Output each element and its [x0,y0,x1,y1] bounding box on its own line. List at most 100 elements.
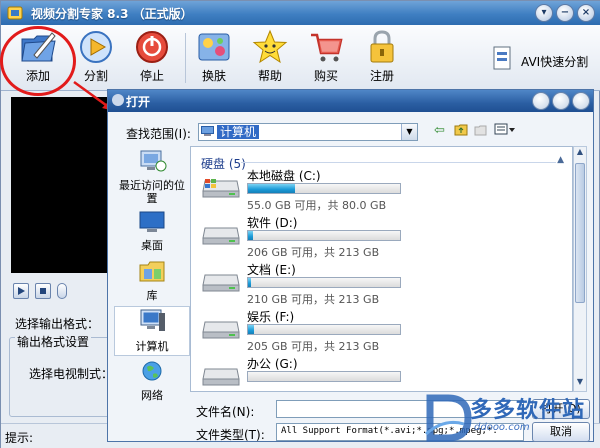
hard-drive-icon [202,227,240,245]
view-menu-icon[interactable] [494,123,516,140]
minimize-button[interactable]: − [556,4,574,22]
desktop-icon [139,211,165,232]
app-title: 视频分割专家 8.3 （正式版） [31,7,193,21]
computer-small-icon [201,126,214,136]
play-split-icon [80,31,112,63]
drive-usage-bar [247,277,401,288]
avi-quick-split-label: AVI快速分割 [521,55,589,69]
site-watermark: 多多软件站 ddooo.com [424,388,600,448]
drive-item[interactable]: 文档 (E:) 210 GB 可用，共 213 GB [201,261,541,307]
file-list-scrollbar[interactable]: ▲ ▼ [573,146,587,392]
file-list: 硬盘 (5) ▲ 本地磁盘 (C:) 55.0 GB 可用，共 80.0 GB … [190,146,573,392]
lock-icon [370,30,394,63]
new-folder-icon[interactable] [474,123,488,140]
place-libraries-label: 库 [146,289,158,302]
video-preview [11,97,111,273]
register-label: 注册 [369,69,394,83]
file-type-label: 文件类型(T): [196,428,265,442]
dialog-close-button[interactable] [572,92,590,110]
drive-usage-fill [248,231,253,240]
output-settings-label: 输出格式设置 [15,333,92,350]
help-button[interactable]: 帮助 [243,29,297,89]
dialog-minimize-button[interactable] [532,92,550,110]
scroll-up-icon[interactable]: ▲ [574,147,586,161]
file-name-label: 文件名(N): [196,405,255,419]
drive-usage-bar [247,183,401,194]
hard-drive-icon [202,368,240,386]
drive-usage-fill [248,184,296,193]
up-folder-icon[interactable] [454,123,468,140]
collapse-group-icon[interactable]: ▲ [557,155,564,165]
place-computer[interactable]: 计算机 [114,306,190,356]
stop-label: 停止 [139,69,164,83]
skin-button[interactable]: 换肤 [187,29,241,89]
drive-name: 娱乐 (F:) [247,310,295,324]
scroll-thumb[interactable] [575,163,585,303]
avi-file-icon [493,46,511,70]
shopping-cart-icon [311,33,343,62]
drive-name: 办公 (G:) [247,357,298,371]
look-in-value: 计算机 [217,125,260,139]
buy-button[interactable]: 购买 [299,29,353,89]
dialog-maximize-button[interactable] [552,92,570,110]
toolbar-separator [185,33,186,83]
app-logo-icon [7,6,23,20]
drive-name: 软件 (D:) [247,216,298,230]
hard-drive-icon [202,179,240,198]
place-network[interactable]: 网络 [114,360,190,402]
recent-places-icon [140,150,167,172]
drive-space-info: 205 GB 可用，共 213 GB [247,340,380,353]
back-icon[interactable]: ⇦ [434,123,445,138]
drive-item[interactable]: 软件 (D:) 206 GB 可用，共 213 GB [201,214,541,260]
group-divider [241,162,556,163]
drive-space-info: 206 GB 可用，共 213 GB [247,246,380,259]
place-recent-label: 最近访问的位置 [119,179,185,205]
drive-item[interactable]: 办公 (G:) [201,355,541,391]
place-desktop[interactable]: 桌面 [114,210,190,252]
place-libraries[interactable]: 库 [114,258,190,302]
drive-usage-bar [247,230,401,241]
watermark-sub: ddooo.com [474,422,530,433]
drive-item[interactable]: 本地磁盘 (C:) 55.0 GB 可用，共 80.0 GB [201,167,541,213]
libraries-icon [139,261,165,282]
stop-square-icon [40,288,46,294]
hard-drive-icon [202,274,240,292]
watermark-text: 多多软件站 [470,398,586,423]
help-star-icon [252,29,288,64]
drive-space-info: 210 GB 可用，共 213 GB [247,293,380,306]
skin-label: 换肤 [201,69,226,83]
stop-icon [136,31,168,63]
stop-playback-button[interactable] [35,283,51,299]
look-in-dropdown[interactable]: 计算机 ▼ [198,123,418,141]
place-recent[interactable]: 最近访问的位置 [114,148,190,206]
places-bar: 最近访问的位置 桌面 库 计算机 网络 [114,146,190,402]
look-in-label: 查找范围(I): [126,127,191,141]
drive-name: 文档 (E:) [247,263,296,277]
drive-usage-bar [247,371,401,382]
drive-usage-fill [248,278,252,287]
drive-space-info: 55.0 GB 可用，共 80.0 GB [247,199,387,212]
dialog-titlebar: 打开 [108,90,593,112]
stop-button[interactable]: 停止 [125,29,179,89]
buy-label: 购买 [313,69,338,83]
drive-usage-bar [247,324,401,335]
place-network-label: 网络 [141,389,163,402]
seek-slider-handle[interactable] [57,283,67,299]
skin-icon [198,33,230,61]
play-button[interactable] [13,283,29,299]
status-text: 提示: [5,431,34,445]
output-format-label: 选择输出格式： [15,317,100,331]
computer-icon [140,309,165,331]
drive-name: 本地磁盘 (C:) [247,169,321,183]
chevron-down-icon[interactable]: ▼ [401,124,417,140]
play-icon [18,287,25,295]
menu-dropdown-button[interactable]: ▾ [535,4,553,22]
app-titlebar: 视频分割专家 8.3 （正式版） ▾ − × [1,1,600,25]
register-button[interactable]: 注册 [355,29,409,89]
watermark-logo-icon [425,394,472,442]
avi-quick-split-button[interactable]: AVI快速分割 [491,45,588,73]
drive-item[interactable]: 娱乐 (F:) 205 GB 可用，共 213 GB [201,308,541,354]
help-label: 帮助 [257,69,282,83]
dialog-icon [112,94,124,106]
close-button[interactable]: × [577,4,595,22]
